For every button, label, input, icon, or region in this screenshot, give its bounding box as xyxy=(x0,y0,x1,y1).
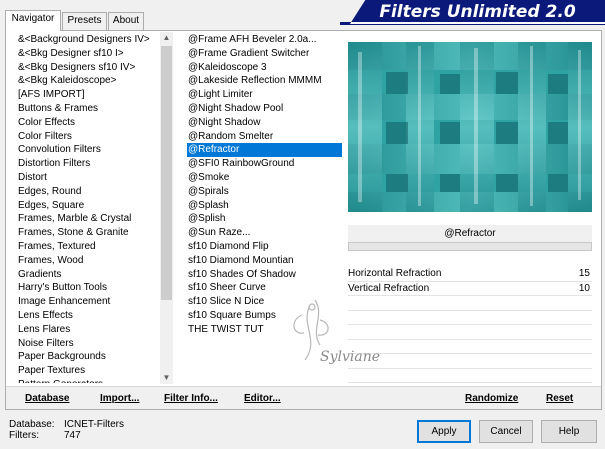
param-value[interactable]: 10 xyxy=(579,282,590,297)
database-info: Database: ICNET-Filters Filters: 747 xyxy=(9,419,124,441)
filter-item[interactable]: @Refractor xyxy=(187,143,342,158)
category-item[interactable]: Edges, Round xyxy=(17,185,160,199)
apply-button[interactable]: Apply xyxy=(417,420,471,443)
category-item[interactable]: Distortion Filters xyxy=(17,157,160,171)
editor-button[interactable]: Editor... xyxy=(244,390,281,407)
filter-item[interactable]: @Night Shadow xyxy=(187,116,342,130)
category-item[interactable]: &<Bkg Designer sf10 I> xyxy=(17,47,160,61)
category-item[interactable]: Lens Flares xyxy=(17,323,160,337)
category-item[interactable]: Edges, Square xyxy=(17,199,160,213)
filter-item[interactable]: @Frame Gradient Switcher xyxy=(187,47,342,61)
category-item[interactable]: Frames, Textured xyxy=(17,240,160,254)
filter-item[interactable]: @Splish xyxy=(187,212,342,226)
filter-item[interactable]: @Frame AFH Beveler 2.0a... xyxy=(187,33,342,47)
param-label: Horizontal Refraction xyxy=(348,268,442,279)
category-item[interactable]: Buttons & Frames xyxy=(17,102,160,116)
category-item[interactable]: &<Bkg Designers sf10 IV> xyxy=(17,61,160,75)
category-item[interactable]: Frames, Marble & Crystal xyxy=(17,212,160,226)
category-item[interactable]: &<Background Designers IV> xyxy=(17,33,160,47)
selected-filter-name: @Refractor xyxy=(348,225,592,242)
category-list[interactable]: &<Background Designers IV> &<Bkg Designer… xyxy=(17,33,160,383)
filter-item[interactable]: @Spirals xyxy=(187,185,342,199)
category-item[interactable]: Distort xyxy=(17,171,160,185)
scroll-up-arrow-icon[interactable]: ▲ xyxy=(160,32,173,44)
filter-item[interactable]: sf10 Diamond Flip xyxy=(187,240,342,254)
category-item[interactable]: Paper Backgrounds xyxy=(17,350,160,364)
category-item[interactable]: Lens Effects xyxy=(17,309,160,323)
database-button[interactable]: Database xyxy=(25,390,69,407)
preview-image xyxy=(348,42,592,212)
preview-texture xyxy=(348,42,592,212)
category-item[interactable]: Harry's Button Tools xyxy=(17,281,160,295)
randomize-button[interactable]: Randomize xyxy=(465,390,518,407)
filter-item[interactable]: sf10 Shades Of Shadow xyxy=(187,268,342,282)
category-item[interactable]: Color Effects xyxy=(17,116,160,130)
filter-item[interactable]: @SFI0 RainbowGround xyxy=(187,157,342,171)
tab-navigator[interactable]: Navigator xyxy=(5,10,61,31)
category-item[interactable]: Noise Filters xyxy=(17,337,160,351)
category-item[interactable]: Frames, Wood xyxy=(17,254,160,268)
database-label: Database: xyxy=(9,419,55,430)
filter-item[interactable]: @Sun Raze... xyxy=(187,226,342,240)
filters-count: 747 xyxy=(64,430,81,441)
cancel-button[interactable]: Cancel xyxy=(479,420,533,443)
database-value: ICNET-Filters xyxy=(64,419,124,430)
watermark-text: Sylviane xyxy=(320,349,381,365)
filter-item[interactable]: @Smoke xyxy=(187,171,342,185)
filters-label: Filters: xyxy=(9,430,39,441)
import-button[interactable]: Import... xyxy=(100,390,139,407)
control-slider[interactable] xyxy=(348,242,592,251)
category-item[interactable]: Color Filters xyxy=(17,130,160,144)
filter-info-button[interactable]: Filter Info... xyxy=(164,390,218,407)
reset-button[interactable]: Reset xyxy=(546,390,573,407)
filter-item[interactable]: @Splash xyxy=(187,199,342,213)
filter-item[interactable]: @Light Limiter xyxy=(187,88,342,102)
category-scrollbar[interactable]: ▲ ▼ xyxy=(160,32,173,384)
category-item[interactable]: Image Enhancement xyxy=(17,295,160,309)
category-item[interactable]: Frames, Stone & Granite xyxy=(17,226,160,240)
help-button[interactable]: Help xyxy=(541,420,597,443)
tab-about[interactable]: About xyxy=(108,12,144,30)
category-item[interactable]: [AFS IMPORT] xyxy=(17,88,160,102)
scroll-thumb[interactable] xyxy=(161,46,172,300)
watermark-signature: Sylviane xyxy=(280,285,390,385)
tab-presets[interactable]: Presets xyxy=(62,12,107,30)
scroll-down-arrow-icon[interactable]: ▼ xyxy=(160,372,173,384)
category-item[interactable]: Pattern Generators xyxy=(17,378,160,383)
app-logo: Filters Unlimited 2.0 xyxy=(350,0,605,24)
filter-item[interactable]: @Night Shadow Pool xyxy=(187,102,342,116)
category-item[interactable]: &<Bkg Kaleidoscope> xyxy=(17,74,160,88)
toolbar: Database Import... Filter Info... Editor… xyxy=(6,386,601,409)
category-item[interactable]: Paper Textures xyxy=(17,364,160,378)
param-row-horizontal[interactable]: Horizontal Refraction 15 xyxy=(348,267,592,282)
filter-item[interactable]: @Random Smelter xyxy=(187,130,342,144)
param-value[interactable]: 15 xyxy=(579,267,590,282)
filter-item[interactable]: sf10 Diamond Mountian xyxy=(187,254,342,268)
category-item[interactable]: Convolution Filters xyxy=(17,143,160,157)
filter-item[interactable]: @Kaleidoscope 3 xyxy=(187,61,342,75)
category-item[interactable]: Gradients xyxy=(17,268,160,282)
filter-item[interactable]: @Lakeside Reflection MMMM xyxy=(187,74,342,88)
